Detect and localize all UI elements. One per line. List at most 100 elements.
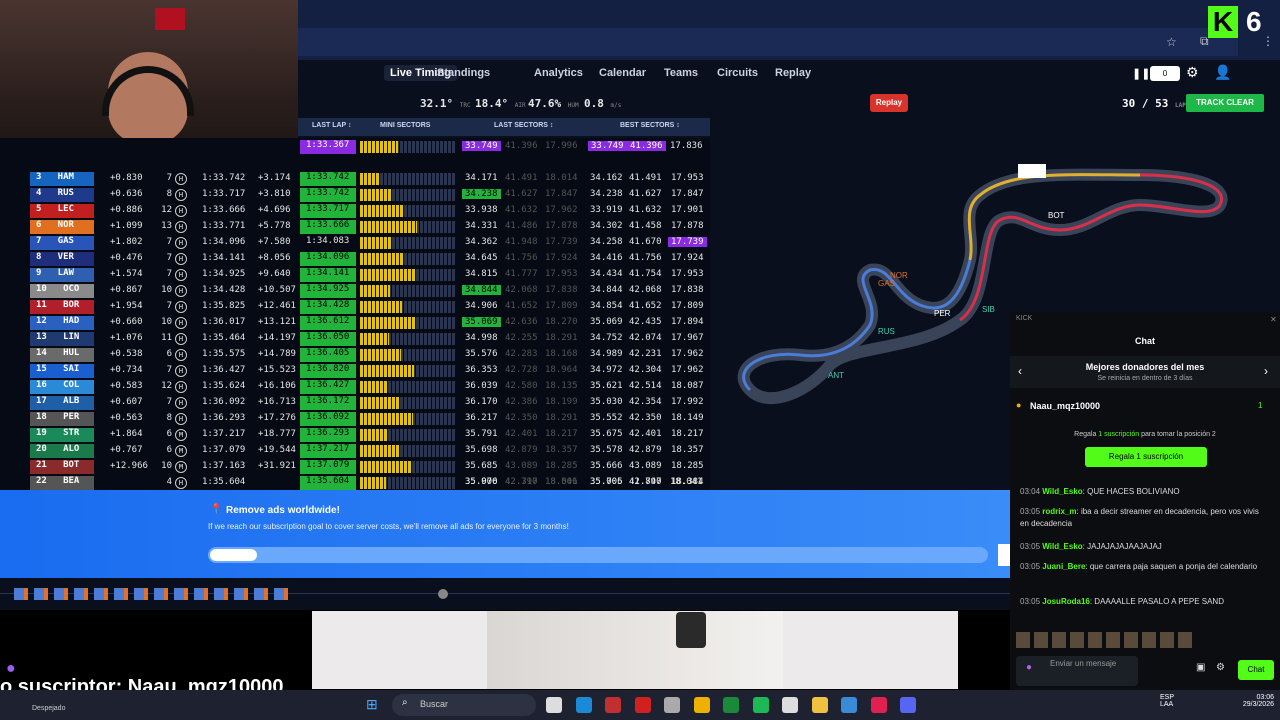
delay-counter[interactable]: 0 [1150,66,1180,81]
discord-icon[interactable] [900,697,916,713]
table-row[interactable]: 15 SAI +0.734 7 H 1:36.427 +15.523 1:36.820 36.… [0,363,710,379]
gap: +0.734 [110,365,143,375]
interval: +17.276 [258,413,296,423]
best-s3: 18.285 [671,461,704,471]
gap: +0.563 [110,413,143,423]
clock[interactable]: 03:06 29/3/2026 [1236,694,1274,708]
gap: +0.660 [110,317,143,327]
best-lap: 1:37.217 [202,429,246,439]
bookmark-star-icon[interactable]: ☆ [1166,35,1177,49]
app-icon[interactable] [605,697,621,713]
last-s2: 42.350 [505,413,538,423]
chat-input[interactable]: Enviar un mensaje [1016,656,1138,686]
emote-bar[interactable] [1016,632,1196,648]
store-icon[interactable]: ▣ [1196,662,1205,673]
video-frame [487,611,783,689]
spotify-icon[interactable] [752,697,769,713]
table-row[interactable]: 7 GAS +1.802 7 H 1:34.096 +7.580 1:34.083 34.36… [0,235,710,251]
col-mini-sectors: MINI SECTORS [380,122,431,129]
chat-username[interactable]: Wild_Esko [1042,487,1082,496]
replay-badge[interactable]: Replay [870,94,908,112]
capcut-icon[interactable] [782,697,798,713]
table-row[interactable]: 6 NOR +1.099 13 H 1:33.771 +5.778 1:33.666 34.3… [0,219,710,235]
table-row[interactable]: 11 BOR +1.954 7 H 1:35.825 +12.461 1:34.428 34.… [0,299,710,315]
tab-replay[interactable]: Replay [775,67,811,79]
col-last-sectors[interactable]: LAST SECTORS ↕ [494,122,553,129]
chat-message[interactable]: 03:04 Wild_Esko: QUE HACES BOLIVIANO [1020,486,1260,498]
tab-calendar[interactable]: Calendar [599,67,646,79]
chrome-icon[interactable] [693,697,710,713]
settings-app-icon[interactable] [664,697,680,713]
task-view-icon[interactable] [546,697,562,713]
chat-username[interactable]: Juani_Bere [1042,562,1085,571]
gap: +12.966 [110,461,148,471]
best-s2: 41.652 [629,301,662,311]
table-row[interactable]: 10 OCO +0.867 10 H 1:34.428 +10.507 1:34.925 34… [0,283,710,299]
table-row[interactable]: 18 PER +0.563 8 H 1:36.293 +17.276 1:36.092 36.… [0,411,710,427]
chat-message[interactable]: 03:05 JosuRoda16: DAAAALLE PASALO A PEPE… [1020,596,1260,608]
table-row[interactable]: 4 RUS +0.636 8 H 1:33.717 +3.810 1:33.742 34.23… [0,187,710,203]
gift-subscription-button[interactable]: Regala 1 suscripción [1085,447,1207,467]
donors-subtitle: Se reinicia en dentro de 3 días [1097,375,1193,382]
interval: +13.121 [258,317,296,327]
table-row[interactable]: 5 LEC +0.886 12 H 1:33.666 +4.696 1:33.717 33.9… [0,203,710,219]
col-best-sectors[interactable]: BEST SECTORS ↕ [620,122,680,129]
table-row[interactable]: 13 LIN +1.076 11 H 1:35.464 +14.197 1:36.050 34… [0,331,710,347]
interval: +15.523 [258,365,296,375]
search-icon: ⌕ [402,697,408,708]
top-donor[interactable]: Naau_mqz10000 [1030,401,1100,411]
edge-icon[interactable] [575,697,592,713]
chat-username[interactable]: JosuRoda16 [1042,597,1090,606]
chat-message[interactable]: 03:05 Wild_Esko: JAJAJAJAJAAJAJAJ [1020,541,1260,553]
tiktok-icon[interactable] [870,697,887,713]
close-icon[interactable]: ✕ [1270,315,1277,324]
chat-message[interactable]: 03:05 Juani_Bere: que carrera paja saque… [1020,561,1260,573]
microphone-icon[interactable]: ● [1026,662,1032,673]
chat-username[interactable]: Wild_Esko [1042,542,1082,551]
best-s3: 18.041 [670,477,703,487]
tab-circuits[interactable]: Circuits [717,67,758,79]
table-row[interactable]: 17 ALB +0.607 7 H 1:36.092 +16.713 1:36.172 36.… [0,395,710,411]
folder-icon[interactable] [811,697,828,713]
table-row[interactable]: 8 VER +0.476 7 H 1:34.141 +8.056 1:34.096 34.64… [0,251,710,267]
table-row[interactable]: 9 LAW +1.574 7 H 1:34.925 +9.640 1:34.141 34.81… [0,267,710,283]
tab-analytics[interactable]: Analytics [534,67,583,79]
address-bar[interactable] [298,28,1238,56]
table-row[interactable]: 16 COL +0.583 12 H 1:35.624 +16.106 1:36.427 36… [0,379,710,395]
col-last-lap[interactable]: LAST LAP ↕ [312,122,352,129]
table-row[interactable]: 20 ALO +0.767 6 M 1:37.079 +19.544 1:37.217 35.… [0,443,710,459]
mini-sectors [360,205,456,217]
record-icon[interactable] [634,697,651,713]
pause-icon[interactable]: ❚❚ [1132,67,1150,80]
table-row[interactable]: 21 BOT +12.966 10 M 1:37.163 +31.921 1:37.079 3… [0,459,710,475]
sector-3 [959,173,1223,322]
best-lap: 1:35.825 [202,301,246,311]
best-s2: 41.458 [629,221,662,231]
chat-username[interactable]: rodrix_m [1042,507,1076,516]
last-s3: 18.135 [545,381,578,391]
chat-send-button[interactable]: Chat [1238,660,1274,680]
table-row[interactable]: 19 STR +1.864 6 M 1:37.217 +18.777 1:36.293 35.… [0,427,710,443]
language-indicator[interactable]: ESP LAA [1160,694,1174,708]
tab-teams[interactable]: Teams [664,67,698,79]
last-lap: 1:34.925 [300,284,356,298]
gap: +1.864 [110,429,143,439]
settings-icon[interactable]: ⚙ [1216,662,1225,673]
table-row[interactable]: 14 HUL +0.538 6 H 1:35.575 +14.789 1:36.405 35.… [0,347,710,363]
table-row[interactable]: 12 HAD +0.660 10 H 1:36.017 +13.121 1:36.612 35… [0,315,710,331]
mini-sectors [360,381,456,393]
best-s1: 35.006 [590,477,623,487]
humidity: 47.6% HUM [528,97,579,110]
driver-position: 9 LAW [30,268,94,282]
chrome-icon-2[interactable] [841,697,857,713]
gear-icon[interactable]: ⚙ [1186,64,1199,81]
windows-start-icon[interactable]: ⊞ [366,696,378,713]
xbox-icon[interactable] [723,697,739,713]
user-icon[interactable]: 👤 [1214,64,1231,81]
tab-standings[interactable]: Standings [437,67,490,79]
last-s2: 41.627 [505,189,538,199]
table-row[interactable]: 3 HAM +0.830 7 H 1:33.742 +3.174 1:33.742 34.17… [0,171,710,187]
taskbar-search[interactable]: Buscar [392,694,536,716]
chat-message[interactable]: 03:05 rodrix_m: iba a decir streamer en … [1020,506,1260,530]
ad-button[interactable] [998,544,1010,566]
